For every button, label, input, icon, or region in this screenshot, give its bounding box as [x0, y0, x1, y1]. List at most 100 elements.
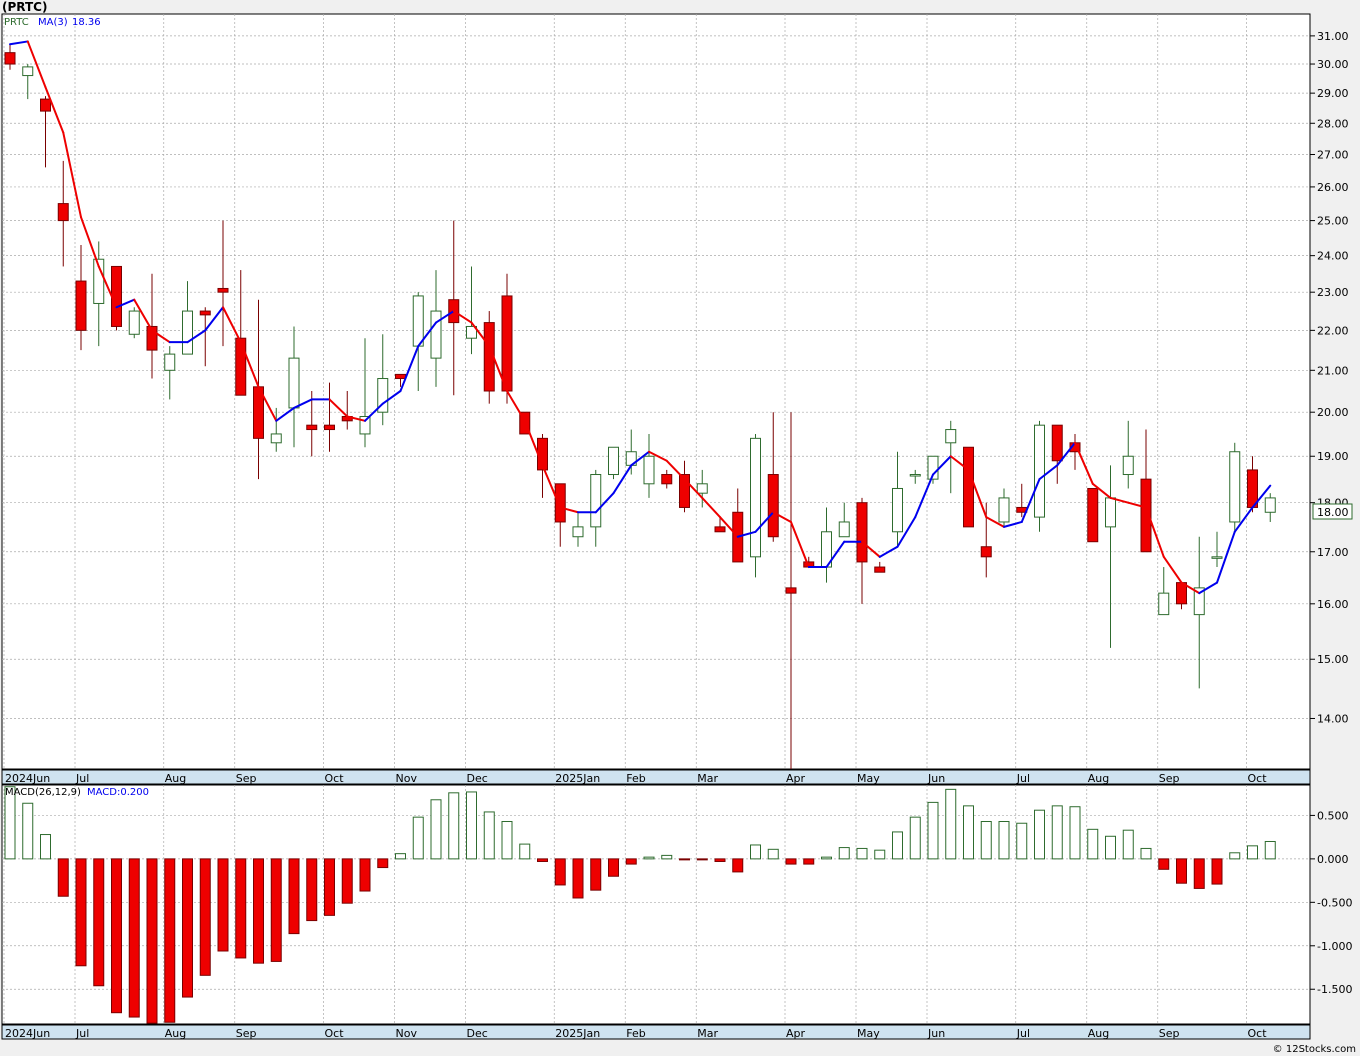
candle-body	[57, 203, 69, 222]
macd-bar-positive	[1105, 835, 1116, 860]
last-price-tag: 18.00	[1312, 503, 1353, 520]
price-y-tick-label: 29.00	[1317, 87, 1349, 100]
candle-body	[1158, 592, 1170, 616]
macd-bar-positive	[1016, 822, 1028, 860]
price-y-tick-label: 19.00	[1317, 450, 1349, 463]
price-x-tick-label: Sep	[1159, 772, 1180, 785]
macd-x-tick-label: Jul	[1016, 1027, 1030, 1040]
candle-body	[412, 295, 424, 347]
candle-body	[714, 526, 726, 533]
macd-bar-negative	[182, 858, 193, 998]
macd-bar-positive	[395, 853, 406, 860]
macd-bar-negative	[732, 858, 744, 873]
macd-bar-positive	[1034, 809, 1045, 860]
macd-bar-positive	[856, 847, 868, 860]
macd-bar-positive	[430, 799, 442, 860]
macd-bar-positive	[466, 791, 477, 860]
macd-bar-negative	[377, 858, 389, 869]
candle-up	[750, 433, 761, 578]
macd-bar-negative	[679, 858, 690, 861]
macd-x-tick-label: Oct	[325, 1027, 345, 1040]
candle-body	[767, 474, 779, 538]
macd-bar-negative	[803, 858, 815, 865]
candle-body	[288, 357, 300, 409]
watermark: © 12Stocks.com	[1273, 1044, 1356, 1055]
macd-bar-negative	[608, 858, 619, 877]
price-panel: 14.00 15.00 16.00 17.00 18.00 19.00 20.00 21.00…	[1, 13, 1349, 770]
candle-body	[182, 310, 193, 355]
macd-bar-positive	[892, 831, 903, 860]
price-x-tick-label: Aug	[165, 772, 186, 785]
macd-x-tick-label: Sep	[1159, 1027, 1180, 1040]
legend-symbol: PRTC	[4, 17, 29, 28]
price-y-tick-label: 30.00	[1317, 58, 1349, 71]
macd-bar-positive	[874, 849, 886, 860]
price-y-tick-label: 25.00	[1317, 215, 1349, 228]
candle-body	[643, 455, 655, 485]
macd-bar-negative	[128, 858, 140, 1018]
candle-body	[128, 310, 140, 335]
candle-body	[750, 437, 761, 558]
macd-bar-positive	[1087, 828, 1099, 860]
macd-bar-positive	[1140, 847, 1152, 860]
candle-body	[395, 373, 406, 380]
macd-bar-negative	[253, 858, 264, 964]
candle-body	[608, 446, 619, 476]
macd-bar-positive	[927, 801, 939, 860]
macd-bar-positive	[1122, 829, 1134, 860]
macd-y-tick-label: -1.500	[1317, 983, 1352, 996]
price-x-tick-label: Sep	[236, 772, 257, 785]
candle-body	[945, 429, 957, 444]
price-x-tick-label: May	[857, 772, 880, 785]
macd-bar-negative	[1211, 858, 1223, 885]
price-y-tick-label: 14.00	[1317, 712, 1349, 725]
macd-legend-value: MACD:0.200	[87, 787, 149, 798]
price-y-tick-label: 31.00	[1317, 30, 1349, 43]
candle-body	[4, 52, 16, 65]
macd-bar-negative	[714, 858, 726, 862]
macd-bar-positive	[963, 805, 974, 860]
candle-body	[1087, 487, 1099, 543]
price-y-tick-label: 27.00	[1317, 149, 1349, 162]
macd-bar-negative	[217, 858, 229, 952]
candle-body	[838, 521, 850, 538]
price-x-tick-label: Oct	[325, 772, 345, 785]
price-x-tick-label: Apr	[786, 772, 806, 785]
price-plot-area	[1, 13, 1311, 770]
candle-body	[306, 424, 318, 431]
candle-body	[1264, 497, 1276, 513]
macd-bar-positive	[501, 821, 513, 860]
macd-plot-area	[1, 784, 1311, 1025]
price-x-tick-label: Feb	[626, 772, 645, 785]
price-x-tick-label: 2025Jan	[555, 772, 600, 785]
candle-body	[874, 566, 886, 573]
macd-x-tick-label: Oct	[1248, 1027, 1268, 1040]
macd-bar-negative	[57, 858, 69, 897]
candle-body	[217, 287, 229, 293]
candle-body	[1229, 451, 1241, 523]
price-x-tick-label: Dec	[467, 772, 488, 785]
candle-body	[199, 310, 211, 316]
macd-x-axis-band	[1, 1024, 1311, 1040]
candle-body	[235, 337, 247, 396]
last-price-tag-text: 18.00	[1317, 506, 1349, 519]
price-y-tick-label: 28.00	[1317, 117, 1349, 130]
macd-x-tick-label: Aug	[165, 1027, 186, 1040]
macd-bar-negative	[554, 858, 566, 886]
candle-body	[661, 474, 673, 485]
candle-body	[75, 280, 87, 331]
stock-chart: 14.00 15.00 16.00 17.00 18.00 19.00 20.00 21.00…	[1, 0, 1356, 1055]
candle-body	[324, 424, 335, 431]
candle-body	[909, 474, 921, 477]
candle-body	[696, 483, 708, 494]
candle-down	[963, 446, 974, 528]
macd-bar-negative	[306, 858, 318, 922]
macd-bar-positive	[483, 811, 495, 860]
candle-body	[572, 526, 584, 538]
macd-x-tick-label: Mar	[697, 1027, 718, 1040]
macd-bar-negative	[1176, 858, 1187, 884]
candle-body	[164, 353, 176, 371]
macd-x-tick-label: Sep	[236, 1027, 257, 1040]
candle-body	[892, 487, 903, 533]
candle-body	[963, 446, 974, 528]
